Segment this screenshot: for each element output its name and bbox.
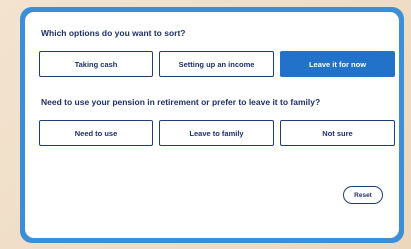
card-pointer [201,229,219,238]
option-not-sure[interactable]: Not sure [280,120,395,146]
question-sort-options: Which options do you want to sort? [41,28,186,38]
reset-button[interactable]: Reset [343,186,383,204]
option-setting-up-income[interactable]: Setting up an income [159,51,274,77]
option-taking-cash[interactable]: Taking cash [39,51,153,77]
question-pension-use: Need to use your pension in retirement o… [41,97,321,107]
option-leave-it-for-now[interactable]: Leave it for now [280,51,395,77]
option-need-to-use[interactable]: Need to use [39,120,153,146]
option-leave-to-family[interactable]: Leave to family [159,120,274,146]
